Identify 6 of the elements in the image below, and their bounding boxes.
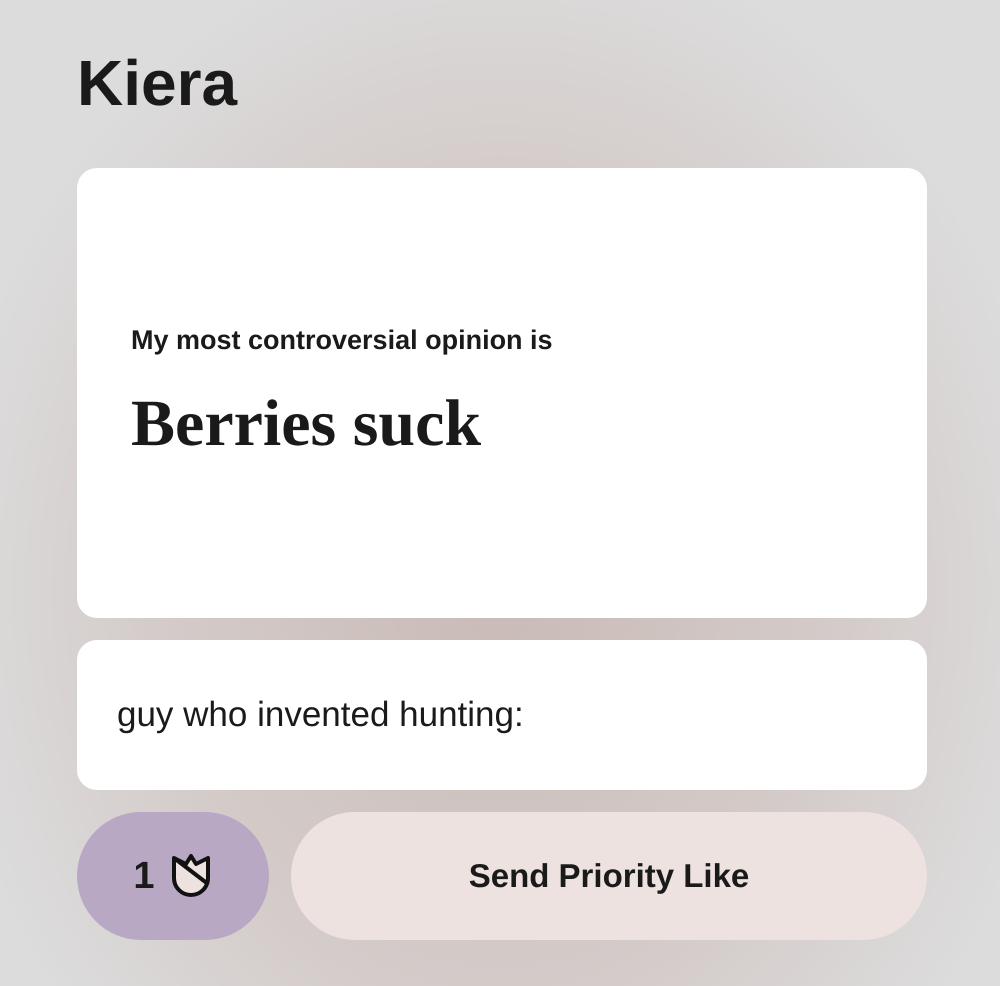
- send-priority-like-button[interactable]: Send Priority Like: [291, 812, 927, 940]
- rose-button[interactable]: 1: [77, 812, 269, 940]
- prompt-question: My most controversial opinion is: [131, 324, 554, 356]
- prompt-answer: Berries suck: [131, 386, 482, 462]
- profile-name: Kiera: [77, 46, 238, 121]
- caption-text: guy who invented hunting:: [117, 695, 524, 735]
